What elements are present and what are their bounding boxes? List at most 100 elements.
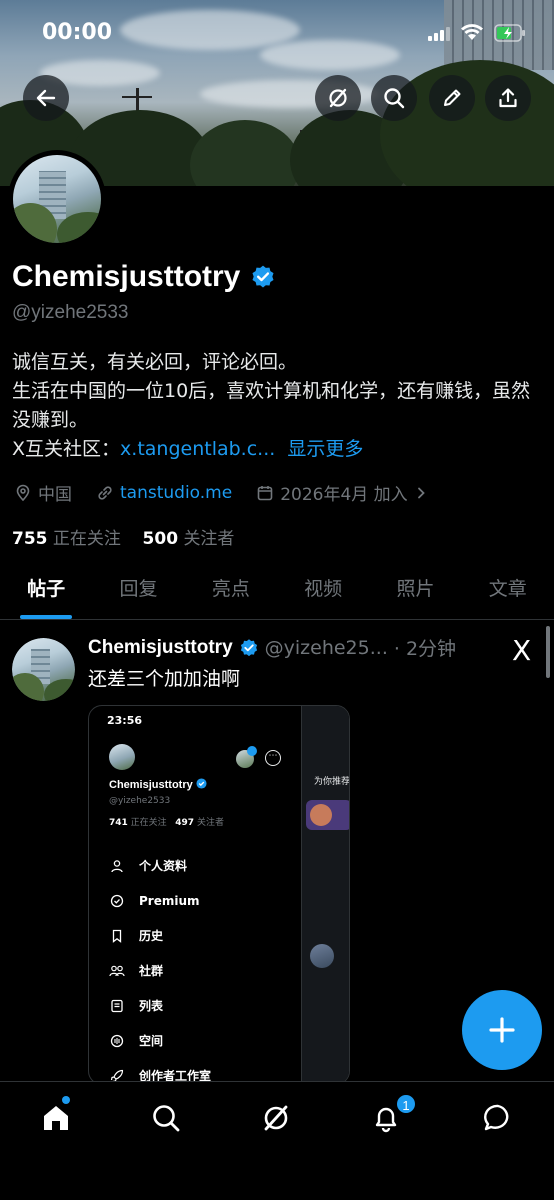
back-button[interactable] (23, 75, 69, 121)
post-author-avatar[interactable] (12, 638, 75, 701)
profile-handle: @yizehe2533 (12, 302, 129, 323)
profile-website-link[interactable]: tanstudio.me (120, 483, 232, 503)
premium-icon (109, 893, 125, 909)
messages-icon (484, 1104, 509, 1131)
embedded-status-time: 23:56 (107, 714, 143, 727)
bookmark-icon (109, 928, 125, 944)
x-logo-icon: X (512, 634, 532, 667)
embedded-side-panel: 为你推荐 (301, 706, 349, 1084)
compose-button[interactable] (462, 990, 542, 1070)
notifications-badge: 1 (395, 1093, 417, 1115)
profile-meta: 中国 tanstudio.me 2026年4月 加入 (14, 480, 428, 505)
status-bar: 00:00 (0, 0, 554, 70)
embedded-menu-item: 历史 (109, 918, 211, 953)
communities-icon (109, 963, 125, 979)
following-count: 755 (12, 529, 48, 549)
status-time: 00:00 (42, 20, 113, 45)
bio-line: X互关社区：x.tangentlab.c... 显示更多 (12, 435, 532, 464)
profile-bio: 诚信互关，有关必回，评论必回。 生活在中国的一位10后，喜欢计算机和化学，还有赚… (12, 348, 532, 464)
location-pin-icon (16, 484, 30, 501)
profile-location: 中国 (38, 485, 72, 505)
wifi-icon (460, 23, 484, 45)
bottom-nav: 1 (0, 1081, 554, 1200)
display-name: Chemisjusttotry (12, 260, 241, 293)
verified-badge-icon (240, 638, 257, 656)
profile-tabs: 帖子 回复 亮点 视频 照片 文章 (0, 566, 554, 620)
embedded-menu-item: 个人资料 (109, 848, 211, 883)
show-more-link[interactable]: 显示更多 (287, 438, 363, 460)
grok-icon (329, 88, 347, 108)
embedded-follow-stats: 741 正在关注 497 关注者 (109, 815, 224, 828)
edit-button[interactable] (429, 75, 475, 121)
embedded-followers-label: 关注者 (196, 818, 224, 828)
followers-count: 500 (142, 529, 179, 549)
home-unread-dot (62, 1096, 70, 1104)
following-link[interactable]: 755 正在关注 (12, 529, 121, 549)
tab-videos[interactable]: 视频 (277, 566, 369, 619)
embedded-menu-item: 列表 (109, 988, 211, 1023)
embedded-avatar (109, 744, 135, 770)
profile-avatar[interactable] (8, 150, 106, 248)
cellular-signal-icon (428, 26, 450, 45)
embedded-following-count: 741 (109, 818, 128, 828)
pencil-icon (444, 89, 461, 106)
bio-link[interactable]: x.tangentlab.c... (120, 438, 275, 460)
embedded-menu: 个人资料 Premium 历史 社群 列表 空间 创作者工作室 (109, 848, 211, 1084)
scrollbar[interactable] (546, 626, 550, 678)
embedded-menu-label: 列表 (139, 999, 164, 1013)
link-icon (98, 485, 112, 500)
embedded-account-badge (247, 746, 257, 756)
bio-line: 诚信互关，有关必回，评论必回。 (12, 351, 298, 373)
avatar-image (12, 638, 75, 701)
embedded-menu-item: 社群 (109, 953, 211, 988)
followers-link[interactable]: 500 关注者 (143, 529, 235, 549)
post-header: Chemisjusttotry @yizehe25... · 2分钟 (88, 634, 456, 661)
embedded-following-label: 正在关注 (130, 818, 167, 828)
embedded-menu-label: Premium (139, 893, 200, 908)
spaces-icon (109, 1033, 125, 1049)
tab-articles[interactable]: 文章 (462, 566, 554, 619)
verified-badge-icon[interactable] (250, 264, 276, 290)
embedded-more-icon: ⋯ (265, 750, 281, 766)
grok-icon (264, 1105, 288, 1131)
tab-posts[interactable]: 帖子 (0, 566, 92, 619)
list-icon (109, 998, 125, 1014)
tab-replies[interactable]: 回复 (92, 566, 184, 619)
nav-home[interactable] (36, 1098, 76, 1138)
bio-community-label: X互关社区： (12, 438, 121, 460)
share-icon (499, 88, 517, 108)
embedded-menu-label: 空间 (139, 1034, 164, 1048)
tab-photos[interactable]: 照片 (369, 566, 461, 619)
nav-grok[interactable] (256, 1098, 296, 1138)
post-timestamp: · 2分钟 (393, 638, 457, 660)
grok-button[interactable] (315, 75, 361, 121)
nav-messages[interactable] (478, 1098, 518, 1138)
embedded-side-avatar (310, 804, 332, 826)
embedded-name-row: Chemisjusttotry (109, 778, 207, 791)
arrow-left-icon (36, 89, 56, 107)
post-text: 还差三个加加油啊 (88, 668, 241, 690)
tab-highlights[interactable]: 亮点 (185, 566, 277, 619)
profile-name-row: Chemisjusttotry (12, 260, 276, 294)
embedded-side-avatar (310, 944, 334, 968)
share-button[interactable] (485, 75, 531, 121)
embedded-name: Chemisjusttotry (109, 779, 193, 791)
embedded-menu-item: 空间 (109, 1023, 211, 1058)
plus-icon (489, 1017, 515, 1043)
embedded-menu-label: 历史 (139, 929, 164, 943)
bio-line: 生活在中国的一位10后，喜欢计算机和化学，还有赚钱，虽然没赚到。 (12, 380, 531, 431)
verified-badge-icon (196, 778, 207, 789)
chevron-right-icon[interactable] (414, 486, 428, 500)
followers-label: 关注者 (183, 529, 235, 549)
nav-search[interactable] (146, 1098, 186, 1138)
avatar-image (13, 155, 101, 243)
follow-stats: 755 正在关注 500 关注者 (12, 524, 234, 549)
following-label: 正在关注 (52, 529, 121, 549)
post-author-handle: @yizehe25... (264, 636, 388, 659)
post-image[interactable]: 23:56 ⋯ Chemisjusttotry @yizehe2533 741 … (88, 705, 350, 1085)
embedded-menu-label: 个人资料 (139, 859, 188, 873)
search-button[interactable] (371, 75, 417, 121)
embedded-menu-item: Premium (109, 883, 211, 918)
post-author-name[interactable]: Chemisjusttotry (88, 637, 233, 659)
search-icon (153, 1105, 180, 1132)
